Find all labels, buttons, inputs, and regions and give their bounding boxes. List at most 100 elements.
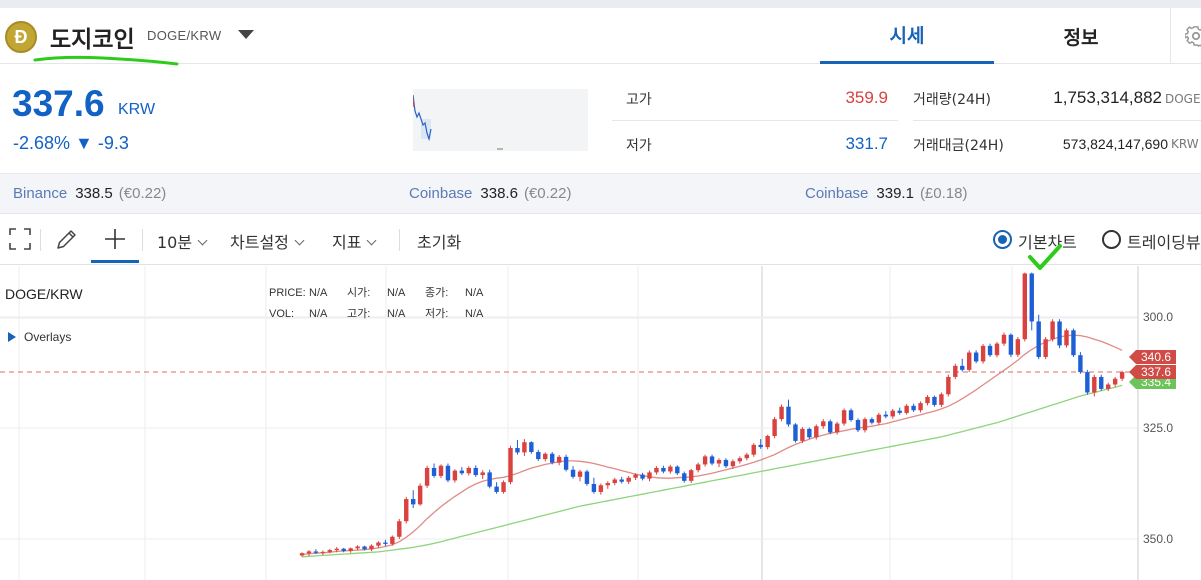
candle-body xyxy=(675,466,680,474)
candle-body xyxy=(786,406,791,425)
candlestick-chart[interactable]: 350.0 325.0 300.0 335.4 340.6 337.6 DOGE/KRW … xyxy=(0,266,1201,580)
candle-body xyxy=(619,479,624,482)
candle-body xyxy=(744,454,749,459)
exchange-name: Coinbase xyxy=(409,185,473,202)
overlays-label: Overlays xyxy=(24,330,72,344)
candle-body xyxy=(1001,334,1007,344)
exchange-price: 339.1 xyxy=(876,185,914,202)
radio-tradingview-label[interactable]: 트레이딩뷰 xyxy=(1127,229,1201,253)
candle-body xyxy=(834,423,840,433)
candle-body xyxy=(626,477,631,482)
volume-value: 1,753,314,882 xyxy=(1053,88,1162,107)
candle-body xyxy=(536,451,541,460)
play-triangle-icon xyxy=(8,332,16,342)
ohlc-key: 종가: xyxy=(425,287,449,299)
candle-body xyxy=(397,521,402,537)
ohlc-value: N/A xyxy=(309,308,328,320)
candle-body xyxy=(661,467,666,472)
candle-body xyxy=(362,546,367,550)
candle-body xyxy=(383,542,388,544)
candle-body xyxy=(1112,378,1118,385)
candle-body xyxy=(1099,376,1104,389)
candle-body xyxy=(1092,376,1097,393)
candle-body xyxy=(1043,339,1048,357)
coin-name[interactable]: 도지코인 xyxy=(50,20,135,54)
candle-body xyxy=(793,424,798,441)
fullscreen-icon[interactable] xyxy=(9,228,31,250)
candle-body xyxy=(376,542,381,546)
candle-body xyxy=(1078,355,1083,373)
candle-body xyxy=(1036,321,1041,357)
dogecoin-logo-icon: Ð xyxy=(5,21,37,53)
chart-settings-dropdown[interactable]: 차트설정 xyxy=(230,229,305,253)
candle-body xyxy=(987,345,993,356)
overlays-toggle[interactable]: Overlays xyxy=(8,330,71,344)
indicators-dropdown[interactable]: 지표 xyxy=(332,229,377,253)
candle-body xyxy=(494,486,499,492)
candle-body xyxy=(1071,330,1076,356)
price-unit: KRW xyxy=(118,101,156,118)
tab-price[interactable]: 시세 xyxy=(820,8,994,64)
crosshair-icon xyxy=(105,229,125,249)
candle-body xyxy=(953,365,958,377)
chevron-down-icon xyxy=(367,235,377,246)
volume-unit: DOGE xyxy=(1165,92,1201,106)
exchange-diff: (£0.18) xyxy=(919,185,968,202)
exchange-item-binance[interactable]: Binance 338.5 (€0.22) xyxy=(13,185,166,202)
ohlc-value: N/A xyxy=(309,287,328,299)
chevron-down-icon xyxy=(294,235,305,246)
candle-body xyxy=(369,545,374,550)
chart-canvas[interactable]: 350.0325.0300.0335.4340.6337.6 xyxy=(0,266,1201,580)
ohlc-key: 시가: xyxy=(347,287,371,299)
pencil-draw-icon[interactable] xyxy=(55,227,79,251)
amount-label: 거래대금(24H) xyxy=(913,138,1004,154)
exchange-item-coinbase-gbp[interactable]: Coinbase 339.1 (£0.18) xyxy=(805,185,967,202)
candle-body xyxy=(960,365,965,370)
candle-body xyxy=(897,410,902,413)
candle-body xyxy=(605,483,610,486)
current-price: 337.6 xyxy=(12,83,105,124)
ohlc-row-1: PRICE: N/A 시가: N/A 종가: N/A xyxy=(269,284,503,300)
candle-body xyxy=(473,467,478,476)
candle-body xyxy=(980,345,986,362)
candle-body xyxy=(633,474,638,478)
candle-body xyxy=(946,376,951,395)
candle-body xyxy=(967,352,972,370)
interval-dropdown[interactable]: 10분 xyxy=(157,229,208,253)
price-tag-label: 340.6 xyxy=(1141,350,1171,364)
candle-body xyxy=(904,405,909,413)
candle-body xyxy=(1008,334,1014,355)
crosshair-tool-button[interactable] xyxy=(91,215,139,263)
radio-basic-chart[interactable] xyxy=(993,230,1012,249)
exchange-price-row: Binance 338.5 (€0.22) Coinbase 338.6 (€0.22)… xyxy=(0,173,1201,214)
radio-tradingview[interactable] xyxy=(1102,230,1121,249)
candle-body xyxy=(702,456,708,465)
exchange-item-coinbase[interactable]: Coinbase 338.6 (€0.22) xyxy=(409,185,571,202)
candle-body xyxy=(855,420,861,431)
candle-body xyxy=(994,343,1000,356)
coin-pair[interactable]: DOGE/KRW xyxy=(147,28,221,43)
coin-select-caret-icon[interactable] xyxy=(238,30,254,39)
candle-body xyxy=(723,459,729,467)
candle-body xyxy=(570,469,576,477)
candle-body xyxy=(522,442,527,453)
candle-body xyxy=(480,472,485,476)
gear-icon[interactable] xyxy=(1185,24,1201,48)
ma-short-line xyxy=(301,334,1123,556)
ohlc-value: N/A xyxy=(465,287,484,299)
candle-body xyxy=(612,479,617,484)
y-tick-label: 300.0 xyxy=(1143,310,1173,324)
candle-body xyxy=(556,456,562,463)
candle-body xyxy=(758,444,763,448)
candle-body xyxy=(543,453,548,460)
candle-body xyxy=(445,465,451,481)
tab-info[interactable]: 정보 xyxy=(994,8,1168,64)
candle-body xyxy=(334,548,339,551)
coin-header: Ð 도지코인 DOGE/KRW 시세 정보 xyxy=(0,8,1201,66)
candle-body xyxy=(563,456,569,470)
y-tick-label: 325.0 xyxy=(1143,421,1173,435)
divider xyxy=(40,229,41,251)
reset-button[interactable]: 초기화 xyxy=(417,229,461,253)
candle-body xyxy=(577,471,583,477)
candle-body xyxy=(1085,372,1090,393)
